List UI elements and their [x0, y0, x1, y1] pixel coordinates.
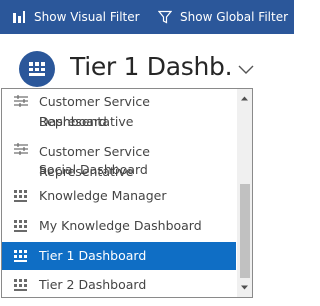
list-item-tier-2-dashboard[interactable]: Tier 2 Dashboard [2, 272, 236, 297]
show-visual-filter-label: Show Visual Filter [34, 10, 140, 24]
filter-funnel-icon [158, 10, 172, 24]
list-item-label: Knowledge Manager [39, 188, 167, 203]
interactive-dashboard-icon [14, 143, 28, 155]
dashboard-selector-dropdown: Customer Service Representative Dashboar… [1, 88, 253, 298]
show-visual-filter-button[interactable]: Show Visual Filter [12, 0, 140, 34]
list-item-csr-dashboard[interactable]: Customer Service Representative Dashboar… [2, 89, 236, 133]
scrollbar-thumb[interactable] [240, 184, 250, 278]
dropdown-scrollbar[interactable] [237, 89, 252, 297]
dashboard-grid-icon [14, 279, 27, 291]
list-item-label: Dashboard [39, 114, 107, 129]
list-item-tier-1-dashboard[interactable]: Tier 1 Dashboard [2, 242, 236, 270]
show-global-filter-label: Show Global Filter [180, 10, 289, 24]
interactive-dashboard-icon [14, 95, 28, 107]
list-item-label: Social Dashboard [39, 162, 148, 177]
dashboard-grid-icon [14, 190, 27, 202]
dashboard-list: Customer Service Representative Dashboar… [2, 89, 236, 297]
dashboard-grid-icon [14, 250, 27, 262]
list-item-label: Tier 1 Dashboard [39, 248, 147, 263]
list-item-my-knowledge-dashboard[interactable]: My Knowledge Dashboard [2, 212, 236, 239]
list-item-knowledge-manager[interactable]: Knowledge Manager [2, 183, 236, 209]
command-bar: Show Visual Filter Show Global Filter [0, 0, 294, 34]
scroll-down-arrow-icon[interactable] [237, 280, 252, 295]
list-item-label: Tier 2 Dashboard [39, 277, 147, 292]
list-item-label: My Knowledge Dashboard [39, 218, 202, 233]
dashboard-title[interactable]: Tier 1 Dashb... [70, 52, 230, 81]
bar-chart-icon [13, 10, 25, 23]
dashboard-grid-icon [19, 51, 55, 87]
list-item-csr-social-dashboard[interactable]: Customer Service Representative Social D… [2, 133, 236, 180]
show-global-filter-button[interactable]: Show Global Filter [158, 0, 288, 34]
dashboard-grid-icon [14, 220, 27, 232]
scroll-up-arrow-icon[interactable] [237, 91, 252, 106]
chevron-down-icon[interactable] [238, 62, 254, 76]
